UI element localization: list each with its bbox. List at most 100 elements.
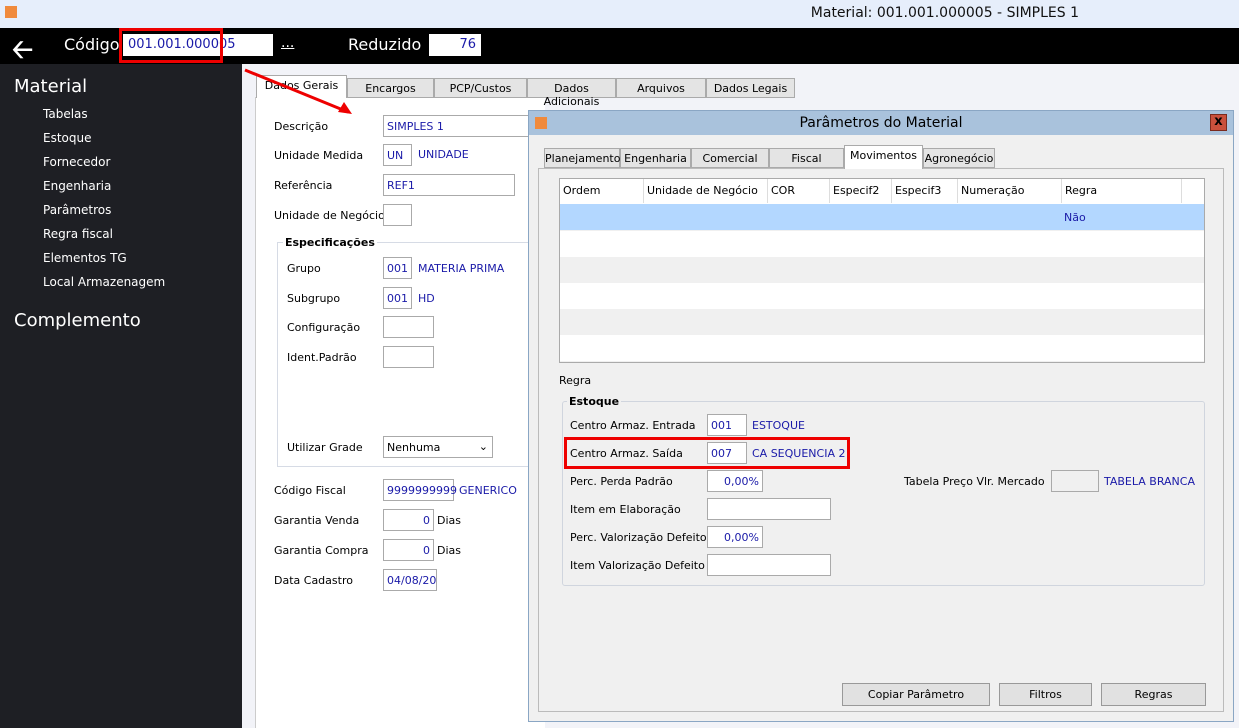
sidebar-item-tabelas[interactable]: Tabelas (43, 107, 88, 121)
copiar-parametro-button[interactable]: Copiar Parâmetro (842, 683, 990, 706)
dialog-title-bar: Parâmetros do Material x (529, 111, 1233, 135)
entrada-label: Centro Armaz. Entrada (570, 419, 696, 432)
sidebar-section-material[interactable]: Material (14, 76, 87, 97)
highlight-box (119, 28, 223, 63)
title-bar: Material: 001.001.000005 - SIMPLES 1 (0, 0, 1239, 28)
descricao-label: Descrição (274, 120, 329, 133)
valorizacao-label: Perc. Valorização Defeito (570, 531, 707, 544)
reduzido-input[interactable]: 76 (429, 34, 481, 56)
ident-padrao-label: Ident.Padrão (287, 351, 357, 364)
item-valorizacao-input[interactable] (707, 554, 831, 576)
perda-input[interactable]: 0,00% (707, 470, 763, 492)
column-header-regra[interactable]: Regra (1062, 179, 1182, 203)
window-title: Material: 001.001.000005 - SIMPLES 1 (810, 5, 1079, 21)
table-row[interactable]: Não (560, 204, 1204, 230)
tab-pcp-custos[interactable]: PCP/Custos (434, 78, 527, 98)
tab-arquivos[interactable]: Arquivos (616, 78, 706, 98)
configuracao-label: Configuração (287, 321, 361, 334)
sidebar-item-regra-fiscal[interactable]: Regra fiscal (43, 227, 113, 241)
column-header-cor[interactable]: COR (768, 179, 830, 203)
column-header-numeracao[interactable]: Numeração (958, 179, 1062, 203)
tabela-label: Tabela Preço Vlr. Mercado (904, 475, 1045, 488)
regra-label: Regra (559, 374, 592, 387)
tab-agronegocio[interactable]: Agronegócio (923, 148, 995, 168)
tabela-desc: TABELA BRANCA (1104, 475, 1195, 488)
tabela-input[interactable] (1051, 470, 1099, 492)
annotation-arrow (244, 68, 352, 114)
sidebar: Material Tabelas Estoque Fornecedor Enge… (0, 64, 242, 728)
grade-select[interactable]: Nenhuma ⌄ (383, 436, 493, 458)
tab-encargos[interactable]: Encargos (347, 78, 434, 98)
descricao-input[interactable]: SIMPLES 1 (383, 115, 533, 137)
codigo-fiscal-input[interactable]: 9999999999 (383, 479, 457, 501)
codigo-fiscal-desc: GENERICO (459, 484, 517, 497)
filtros-button[interactable]: Filtros (999, 683, 1092, 706)
estoque-title: Estoque (567, 395, 622, 408)
sidebar-item-elementos-tg[interactable]: Elementos TG (43, 251, 127, 265)
garantia-compra-dias: Dias (437, 544, 461, 557)
sidebar-item-estoque[interactable]: Estoque (43, 131, 92, 145)
data-cadastro-input[interactable]: 04/08/20 (383, 569, 437, 591)
garantia-venda-dias: Dias (437, 514, 461, 527)
unidade-desc: UNIDADE (418, 148, 469, 161)
codigo-fiscal-label: Código Fiscal (274, 484, 346, 497)
elaboracao-label: Item em Elaboração (570, 503, 681, 516)
especificacoes-title: Especificações (283, 236, 377, 249)
tab-planejamento[interactable]: Planejamento (544, 148, 620, 168)
sidebar-item-engenharia[interactable]: Engenharia (43, 179, 111, 193)
grade-label: Utilizar Grade (287, 441, 363, 454)
subgrupo-desc: HD (418, 292, 435, 305)
grupo-desc: MATERIA PRIMA (418, 262, 505, 275)
configuracao-input[interactable] (383, 316, 434, 338)
codigo-label: Código (64, 35, 120, 54)
valorizacao-input[interactable]: 0,00% (707, 526, 763, 548)
garantia-venda-input[interactable]: 0 (383, 509, 434, 531)
subgrupo-label: Subgrupo (287, 292, 341, 305)
ident-padrao-input[interactable] (383, 346, 434, 368)
column-header-especif3[interactable]: Especif3 (892, 179, 958, 203)
regra-cell: Não (1064, 211, 1086, 224)
tab-fiscal[interactable]: Fiscal (769, 148, 844, 168)
close-button[interactable]: x (1210, 114, 1227, 131)
tab-comercial[interactable]: Comercial (691, 148, 769, 168)
column-header-unidade-negocio[interactable]: Unidade de Negócio (644, 179, 768, 203)
garantia-venda-label: Garantia Venda (274, 514, 360, 527)
subgrupo-input[interactable]: 001 (383, 287, 412, 309)
chevron-down-icon: ⌄ (478, 440, 488, 453)
tab-dados-adicionais[interactable]: Dados Adicionais (527, 78, 616, 108)
reduzido-label: Reduzido (348, 35, 422, 54)
lookup-button[interactable]: ... (281, 35, 294, 51)
grupo-input[interactable]: 001 (383, 257, 412, 279)
unidade-label: Unidade Medida (274, 149, 364, 162)
column-header-especif2[interactable]: Especif2 (830, 179, 892, 203)
sidebar-item-fornecedor[interactable]: Fornecedor (43, 155, 110, 169)
entrada-desc: ESTOQUE (752, 419, 805, 432)
garantia-compra-input[interactable]: 0 (383, 539, 434, 561)
garantia-compra-label: Garantia Compra (274, 544, 369, 557)
tab-engenharia[interactable]: Engenharia (620, 148, 691, 168)
referencia-label: Referência (274, 179, 333, 192)
grade-value: Nenhuma (387, 441, 441, 454)
sidebar-item-local-armazenagem[interactable]: Local Armazenagem (43, 275, 165, 289)
header-bar: 🡠 Código 001.001.000005 ... Reduzido 76 (0, 28, 1239, 65)
grupo-label: Grupo (287, 262, 321, 275)
highlight-box (564, 437, 850, 469)
column-header-ordem[interactable]: Ordem (560, 179, 644, 203)
dialog-title: Parâmetros do Material (799, 115, 963, 131)
regras-button[interactable]: Regras (1101, 683, 1206, 706)
item-valorizacao-label: Item Valorização Defeito (570, 559, 705, 572)
unidade-negocio-label: Unidade de Negócio (274, 209, 385, 222)
tab-movimentos[interactable]: Movimentos (844, 145, 923, 169)
movimentos-grid: Ordem Unidade de Negócio COR Especif2 Es… (559, 178, 1205, 363)
sidebar-item-parametros[interactable]: Parâmetros (43, 203, 111, 217)
perda-label: Perc. Perda Padrão (570, 475, 673, 488)
data-cadastro-label: Data Cadastro (274, 574, 353, 587)
parametros-dialog: Parâmetros do Material x Planejamento En… (528, 110, 1234, 722)
unidade-negocio-input[interactable] (383, 204, 412, 226)
unidade-input[interactable]: UN (383, 144, 412, 166)
tab-dados-legais[interactable]: Dados Legais (706, 78, 795, 98)
elaboracao-input[interactable] (707, 498, 831, 520)
sidebar-section-complemento[interactable]: Complemento (14, 310, 141, 331)
entrada-input[interactable]: 001 (707, 414, 747, 436)
referencia-input[interactable]: REF1 (383, 174, 515, 196)
